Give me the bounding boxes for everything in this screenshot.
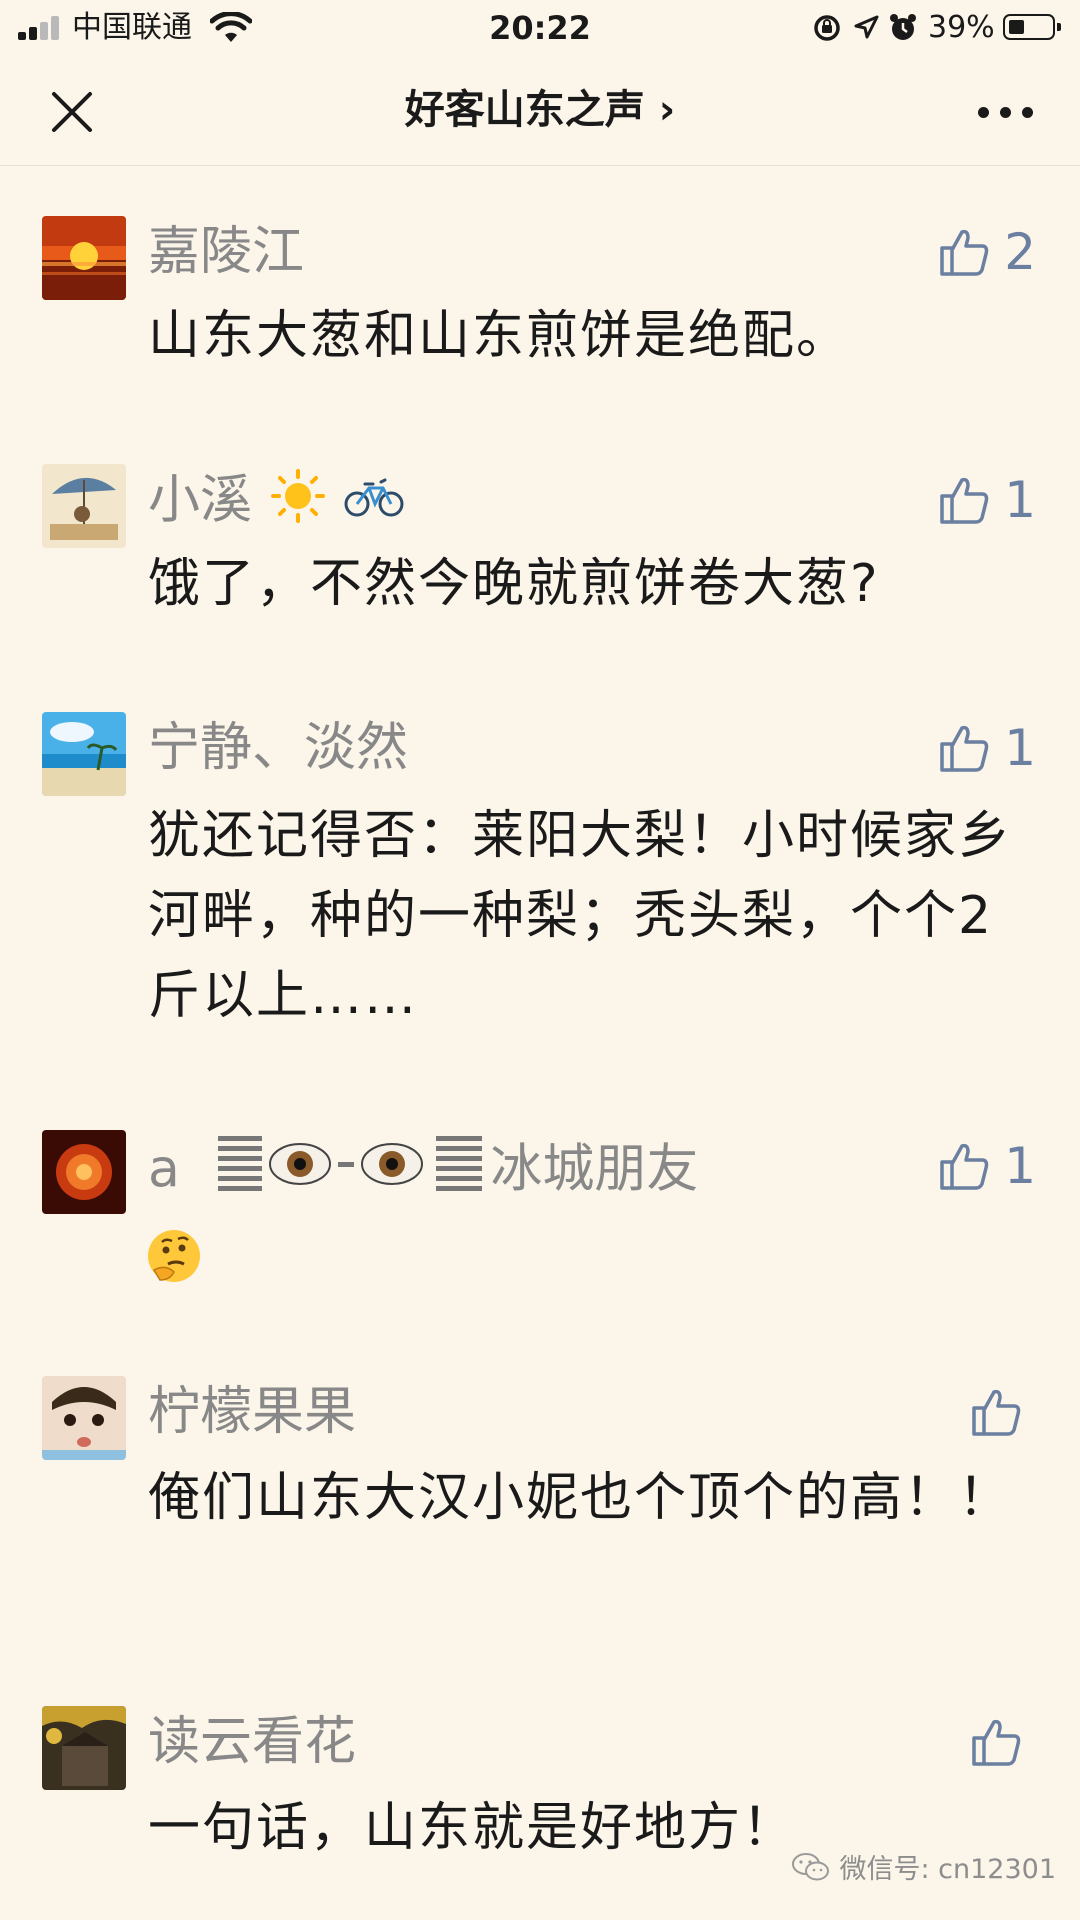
like-count: 1: [1004, 719, 1036, 777]
avatar[interactable]: [42, 1376, 126, 1460]
like-button[interactable]: 1: [936, 468, 1036, 532]
avatar[interactable]: [42, 1130, 126, 1214]
like-count: 1: [1004, 471, 1036, 529]
comment-item: 嘉陵江 2 山东大葱和山东煎饼是绝配。: [0, 216, 1080, 366]
clock: 20:22: [489, 9, 591, 47]
comment-item: 读云看花 一句话，山东就是好地方！: [0, 1706, 1080, 1866]
like-button[interactable]: [968, 1710, 1036, 1774]
comment-item: 宁静、淡然 1 犹还记得否：莱阳大梨！小时候家乡河畔，种的一种梨；秃头梨，个个2…: [0, 712, 1080, 1042]
thumb-up-icon: [940, 229, 989, 276]
sun-emoji: [271, 469, 326, 523]
wechat-icon: [792, 1852, 830, 1880]
comment-text: 犹还记得否：莱阳大梨！小时候家乡河畔，种的一种梨；秃头梨，个个2斤以上……: [148, 806, 1013, 1026]
status-bar: 中国联通 20:22 39%: [0, 0, 1080, 56]
comment-author[interactable]: a 冰城朋友: [148, 1134, 698, 1211]
rotation-lock-icon: [814, 15, 840, 41]
more-icon[interactable]: [976, 101, 1036, 121]
avatar[interactable]: [42, 712, 126, 796]
watermark: 微信号: cn12301: [791, 1847, 1056, 1886]
like-button[interactable]: 1: [936, 1134, 1036, 1198]
comment-author[interactable]: 宁静、淡然: [148, 716, 408, 780]
bicycle-emoji: [344, 478, 404, 517]
comment-author[interactable]: 读云看花: [148, 1710, 356, 1774]
watermark-text: 微信号: cn12301: [839, 1854, 1056, 1885]
comment-item: a 冰城朋友 1: [0, 1130, 1080, 1300]
battery-icon: [1003, 14, 1061, 40]
comment-text: 山东大葱和山东煎饼是绝配。: [148, 306, 851, 366]
comment-text: 饿了，不然今晚就煎饼卷大葱?: [148, 554, 880, 614]
comment-item: 小溪 1 饿了，不然今晚就煎饼卷大葱?: [0, 464, 1080, 624]
nav-bar: 好客山东之声 ›: [0, 56, 1080, 166]
alarm-icon: [890, 14, 916, 40]
thumb-up-icon: [940, 725, 989, 772]
comment-author[interactable]: 柠檬果果: [148, 1380, 356, 1444]
thumb-up-icon: [972, 1719, 1021, 1766]
like-count: 1: [1004, 1137, 1036, 1195]
battery-percentage: 39%: [928, 10, 995, 45]
avatar[interactable]: [42, 1706, 126, 1790]
thumb-up-icon: [972, 1389, 1021, 1436]
comment-author[interactable]: 小溪: [148, 468, 405, 539]
like-button[interactable]: 1: [936, 716, 1036, 780]
avatar[interactable]: [42, 464, 126, 548]
like-button[interactable]: [968, 1380, 1036, 1444]
page-title[interactable]: 好客山东之声 ›: [0, 83, 1080, 137]
thumb-up-icon: [940, 477, 989, 524]
thumb-up-icon: [940, 1143, 989, 1190]
like-button[interactable]: 2: [936, 220, 1036, 284]
comment-text: 俺们山东大汉小妮也个顶个的高！！: [148, 1468, 1013, 1528]
comment-item: 柠檬果果 俺们山东大汉小妮也个顶个的高！！: [0, 1376, 1080, 1616]
comment-author[interactable]: 嘉陵江: [148, 220, 304, 284]
eye-emoji-decoration: [218, 1136, 483, 1191]
like-count: 2: [1004, 223, 1036, 281]
thinking-emoji: [148, 1230, 200, 1282]
location-icon: [854, 15, 879, 39]
avatar[interactable]: [42, 216, 126, 300]
